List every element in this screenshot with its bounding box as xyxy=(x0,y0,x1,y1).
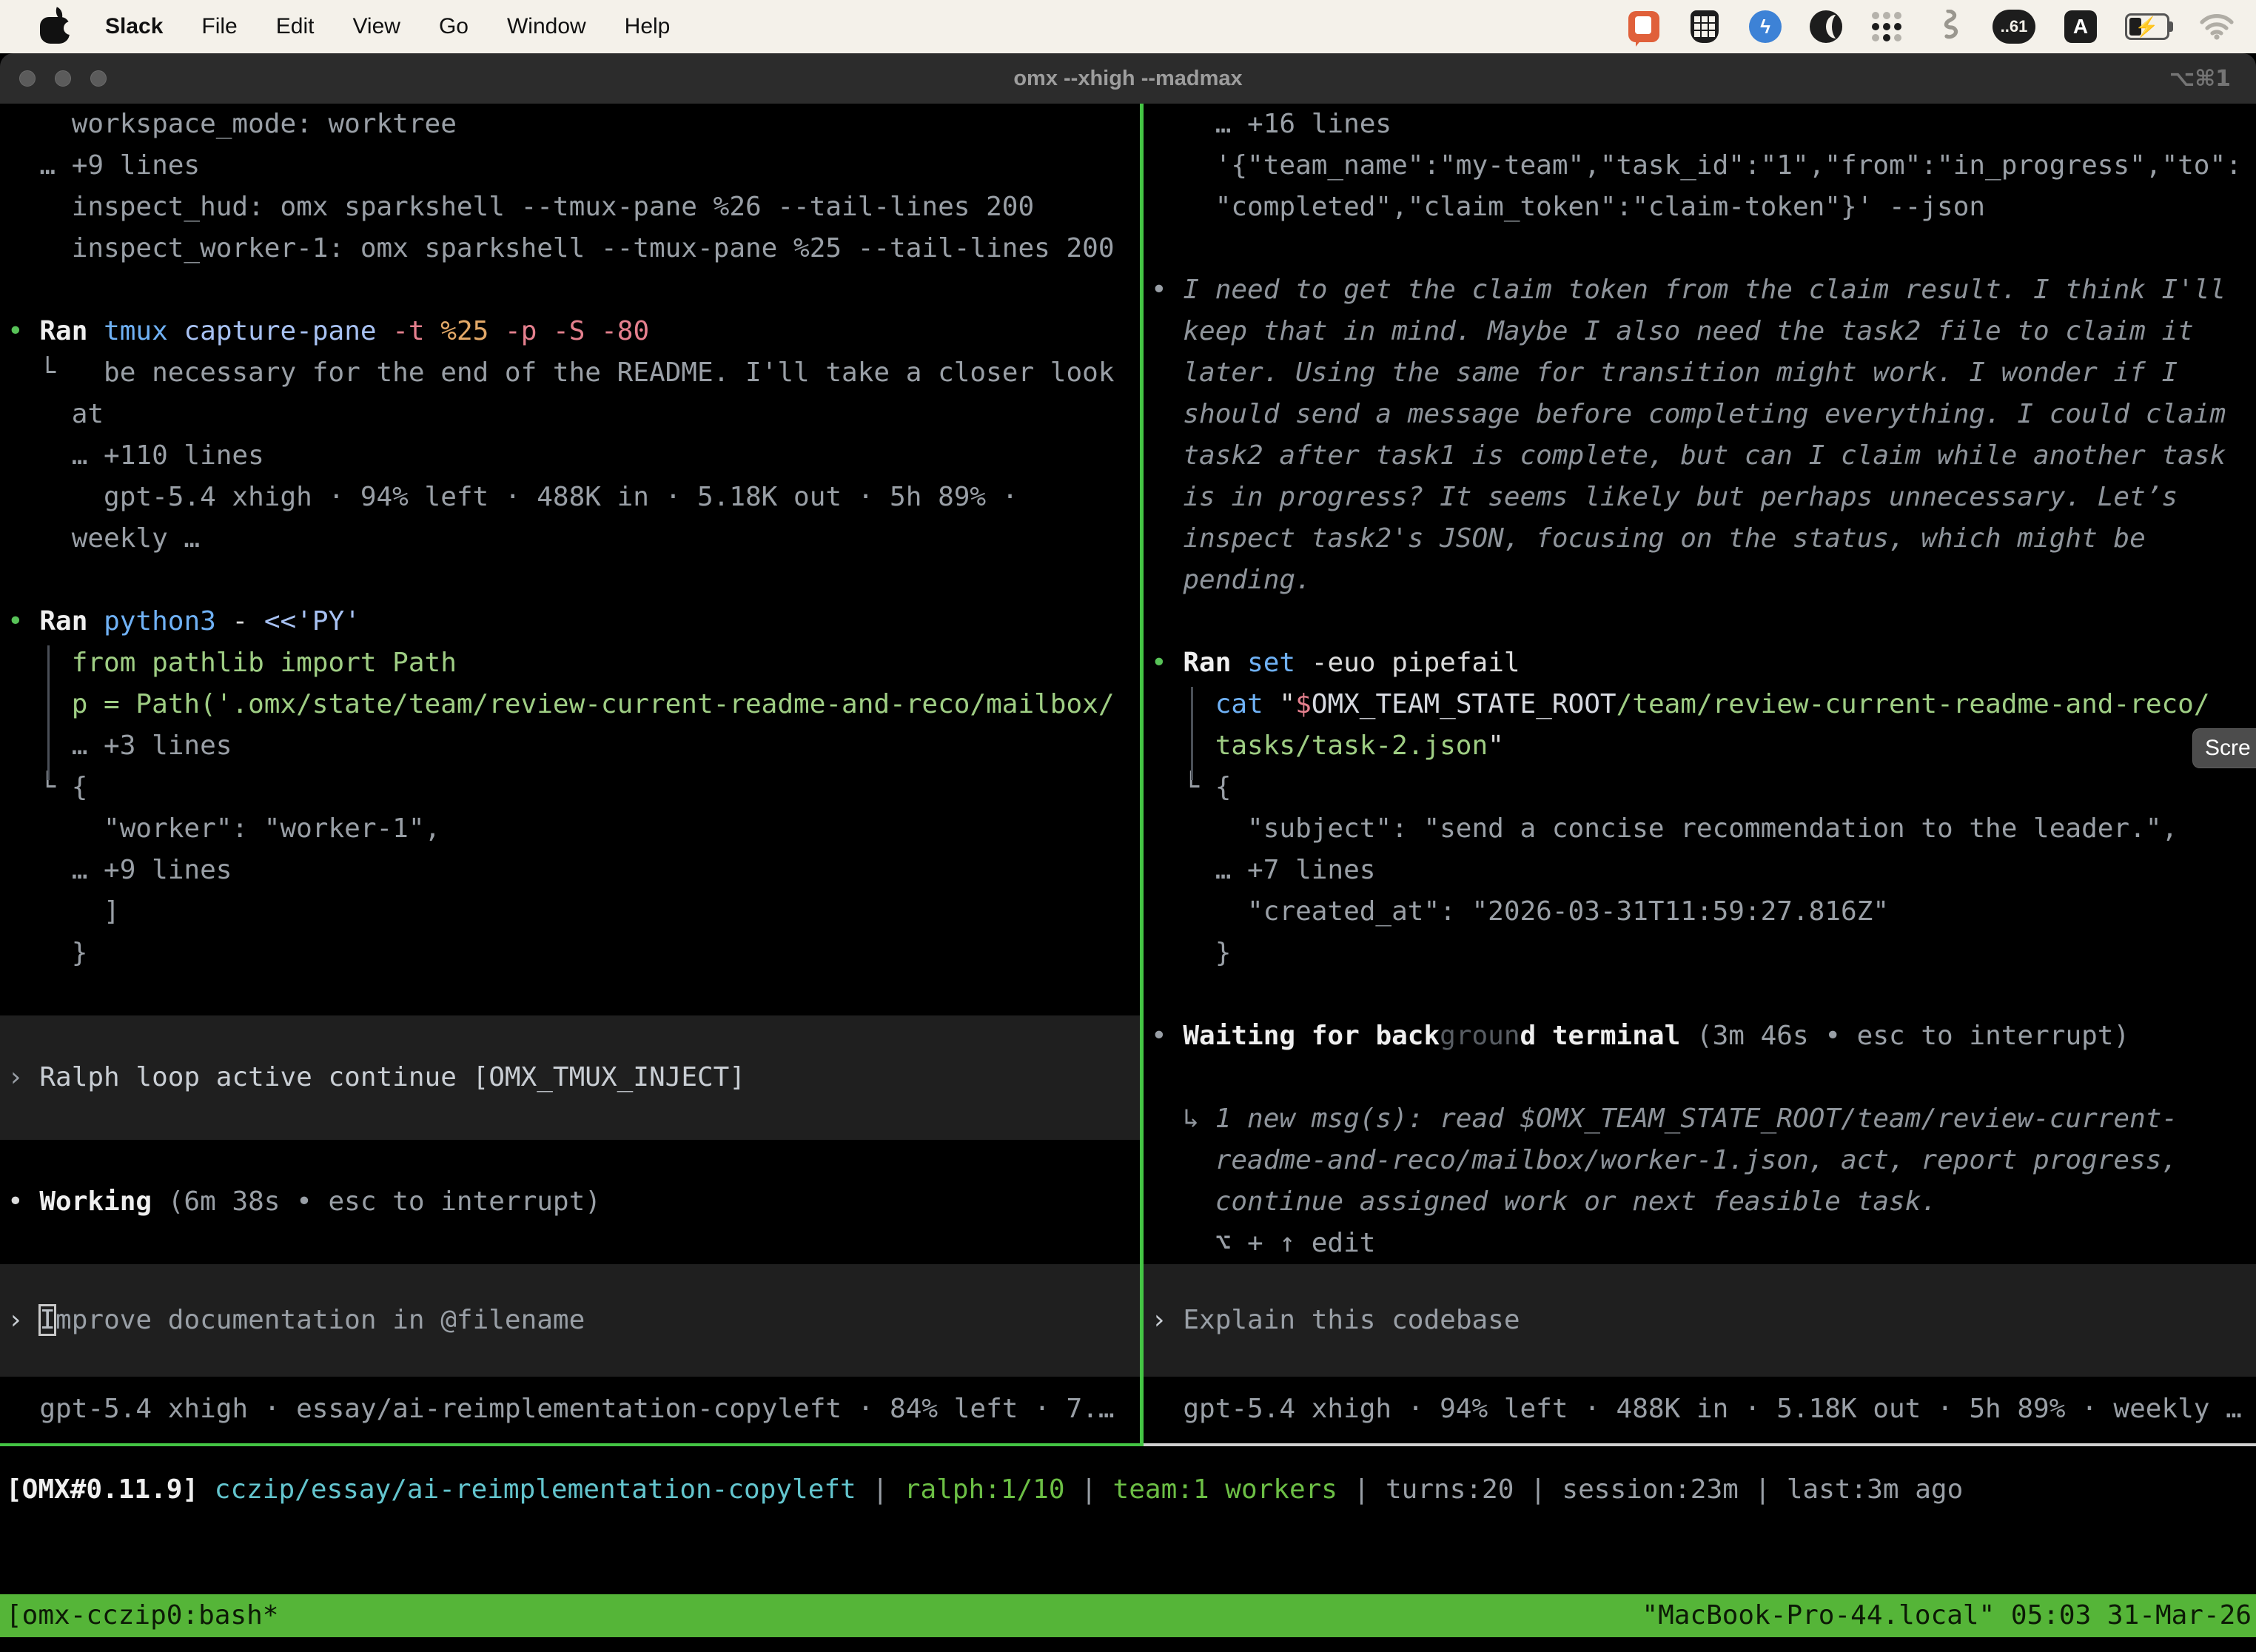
terminal-line: } xyxy=(7,933,1140,974)
pane-border-active xyxy=(0,1443,1144,1446)
pane-status-line: gpt-5.4 xhigh · 94% left · 488K in · 5.1… xyxy=(1151,1389,2256,1430)
window-title-bar: omx --xhigh --madmax ⌥⌘1 xyxy=(0,53,2256,104)
apple-logo-icon[interactable] xyxy=(40,10,70,44)
terminal-line: └ { xyxy=(1151,767,2256,808)
terminal-line xyxy=(7,1223,1140,1264)
terminal-line: task2 after task1 is complete, but can I… xyxy=(1151,435,2256,477)
terminal-line: pending. xyxy=(1151,560,2256,601)
terminal-line: "worker": "worker-1", xyxy=(7,808,1140,850)
terminal-line: › Ralph loop active continue [OMX_TMUX_I… xyxy=(7,1057,745,1098)
wifi-icon[interactable] xyxy=(2200,10,2234,44)
terminal-line: • Ran python3 - <<'PY' xyxy=(7,601,1140,642)
terminal-window: workspace_mode: worktree … +9 lines insp… xyxy=(0,104,2256,1652)
terminal-line: cat "$OMX_TEAM_STATE_ROOT/team/review-cu… xyxy=(1151,684,2256,725)
menu-item-window[interactable]: Window xyxy=(507,14,586,39)
blue-bolt-circle-icon[interactable]: ϟ xyxy=(1748,10,1782,44)
terminal-line: ] xyxy=(7,891,1140,933)
terminal-line: is in progress? It seems likely but perh… xyxy=(1151,477,2256,518)
terminal-line xyxy=(7,974,1140,1015)
output-connector-line xyxy=(47,645,50,780)
tmux-status-bar: [omx-cczip0:bash* "MacBook-Pro-44.local"… xyxy=(0,1594,2256,1637)
menu-app-name[interactable]: Slack xyxy=(105,14,163,39)
terminal-line: inspect_hud: omx sparkshell --tmux-pane … xyxy=(7,187,1140,228)
terminal-line: at xyxy=(7,394,1140,435)
terminal-line: workspace_mode: worktree xyxy=(7,104,1140,145)
dots-grid-icon[interactable] xyxy=(1870,10,1904,44)
chat-app-icon[interactable] xyxy=(1627,10,1661,44)
terminal-line: … +110 lines xyxy=(7,435,1140,477)
terminal-line: weekly … xyxy=(7,518,1140,560)
menu-item-file[interactable]: File xyxy=(201,14,237,39)
inject-banner[interactable]: › Ralph loop active continue [OMX_TMUX_I… xyxy=(0,1015,1140,1140)
terminal-line: … +9 lines xyxy=(7,850,1140,891)
window-minimize-button[interactable] xyxy=(55,70,71,87)
terminal-line: should send a message before completing … xyxy=(1151,394,2256,435)
terminal-line: readme-and-reco/mailbox/worker-1.json, a… xyxy=(1151,1140,2256,1181)
window-close-button[interactable] xyxy=(19,70,36,87)
terminal-line: keep that in mind. Maybe I also need the… xyxy=(1151,311,2256,352)
badge-61-icon[interactable]: ..61 xyxy=(1991,10,2037,44)
terminal-line: › Improve documentation in @filename xyxy=(7,1300,585,1341)
terminal-line xyxy=(7,1140,1140,1181)
menu-item-help[interactable]: Help xyxy=(625,14,671,39)
shield-grid-icon[interactable] xyxy=(1688,10,1722,44)
prompt-input[interactable]: › Improve documentation in @filename xyxy=(0,1264,1140,1377)
terminal-line: inspect task2's JSON, focusing on the st… xyxy=(1151,518,2256,560)
terminal-line: … +3 lines xyxy=(7,725,1140,767)
terminal-line: p = Path('.omx/state/team/review-current… xyxy=(7,684,1140,725)
terminal-line xyxy=(1151,601,2256,642)
terminal-line: … +16 lines xyxy=(1151,104,2256,145)
output-connector-line xyxy=(1191,687,1193,780)
menu-bar: Slack File Edit View Go Window Help ϟ xyxy=(0,0,2256,53)
menu-item-go[interactable]: Go xyxy=(439,14,469,39)
terminal-line: • Ran tmux capture-pane -t %25 -p -S -80 xyxy=(7,311,1140,352)
pane-border-inactive xyxy=(1144,1443,2256,1446)
window-shortcut-badge: ⌥⌘1 xyxy=(2169,66,2231,92)
terminal-line: └ { xyxy=(7,767,1140,808)
terminal-line: "created_at": "2026-03-31T11:59:27.816Z" xyxy=(1151,891,2256,933)
tmux-host-clock-label: "MacBook-Pro-44.local" 05:03 31-Mar-26 xyxy=(1642,1594,2256,1637)
terminal-line: '{"team_name":"my-team","task_id":"1","f… xyxy=(1151,145,2256,187)
terminal-line: ↳ 1 new msg(s): read $OMX_TEAM_STATE_ROO… xyxy=(1151,1098,2256,1140)
terminal-line: └ be necessary for the end of the README… xyxy=(7,352,1140,394)
terminal-line: inspect_worker-1: omx sparkshell --tmux-… xyxy=(7,228,1140,269)
terminal-line: "subject": "send a concise recommendatio… xyxy=(1151,808,2256,850)
tmux-pane-right[interactable]: … +16 lines '{"team_name":"my-team","tas… xyxy=(1144,104,2256,1443)
terminal-line: later. Using the same for transition mig… xyxy=(1151,352,2256,394)
terminal-line: › Explain this codebase xyxy=(1151,1300,1520,1341)
battery-charging-icon[interactable]: ⚡ xyxy=(2124,10,2173,44)
terminal-line: • Ran set -euo pipefail xyxy=(1151,642,2256,684)
terminal-line: … +7 lines xyxy=(1151,850,2256,891)
terminal-line xyxy=(1151,974,2256,1015)
hook-glyph-icon[interactable] xyxy=(1930,10,1964,44)
terminal-line: … +9 lines xyxy=(7,145,1140,187)
terminal-line: continue assigned work or next feasible … xyxy=(1151,1181,2256,1223)
window-title: omx --xhigh --madmax xyxy=(1013,67,1242,91)
window-zoom-button[interactable] xyxy=(90,70,107,87)
omx-status-line: [OMX#0.11.9] cczip/essay/ai-reimplementa… xyxy=(6,1469,1963,1511)
letter-a-icon[interactable]: A xyxy=(2064,10,2098,44)
menu-item-view[interactable]: View xyxy=(352,14,400,39)
terminal-line xyxy=(7,269,1140,311)
terminal-line xyxy=(1151,1057,2256,1098)
crescent-circle-icon[interactable] xyxy=(1809,10,1843,44)
screen-tooltip: Scre xyxy=(2192,728,2256,768)
tmux-pane-left[interactable]: workspace_mode: worktree … +9 lines insp… xyxy=(0,104,1140,1443)
terminal-line: } xyxy=(1151,933,2256,974)
menu-status-icons: ϟ ..61 A ⚡ xyxy=(1627,10,2234,44)
terminal-line: tasks/task-2.json" xyxy=(1151,725,2256,767)
terminal-line: • Working (6m 38s • esc to interrupt) xyxy=(7,1181,1140,1223)
terminal-line: • Waiting for background terminal (3m 46… xyxy=(1151,1015,2256,1057)
terminal-line: gpt-5.4 xhigh · 94% left · 488K in · 5.1… xyxy=(7,477,1140,518)
terminal-line: from pathlib import Path xyxy=(7,642,1140,684)
prompt-input[interactable]: › Explain this codebase xyxy=(1144,1264,2256,1377)
terminal-line xyxy=(1151,228,2256,269)
terminal-line: ⌥ + ↑ edit xyxy=(1151,1223,2256,1264)
terminal-line: "completed","claim_token":"claim-token"}… xyxy=(1151,187,2256,228)
tmux-session-label: [omx-cczip0:bash* xyxy=(0,1594,278,1637)
menu-item-edit[interactable]: Edit xyxy=(276,14,315,39)
terminal-line xyxy=(7,560,1140,601)
terminal-line: • I need to get the claim token from the… xyxy=(1151,269,2256,311)
pane-status-line: gpt-5.4 xhigh · essay/ai-reimplementatio… xyxy=(7,1389,1140,1430)
